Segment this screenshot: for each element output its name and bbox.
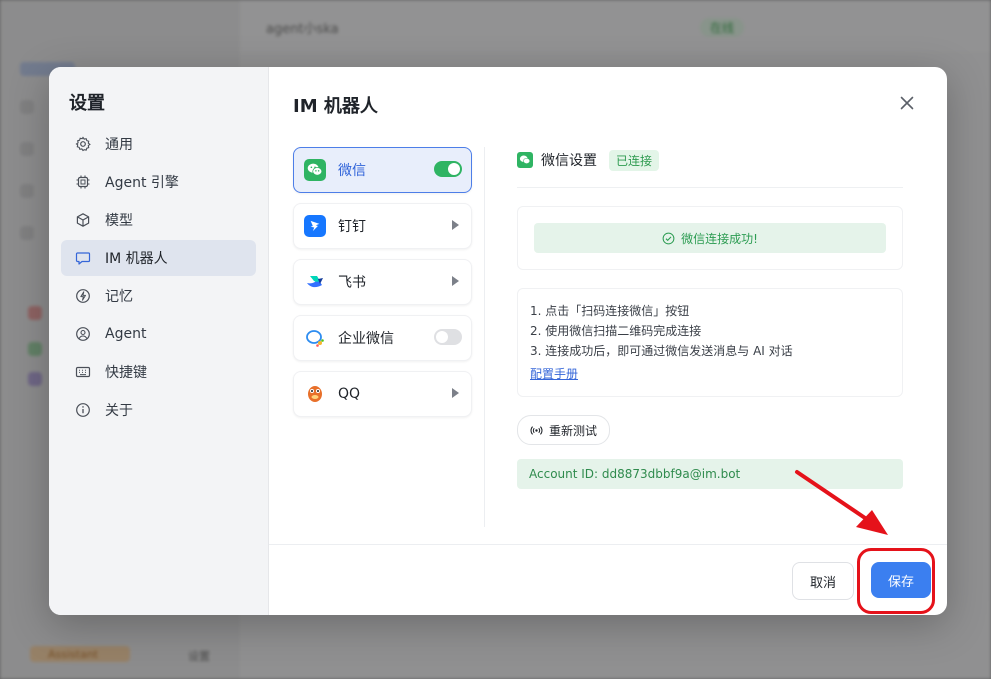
retest-button[interactable]: 重新测试 [517,415,611,445]
nav-item-model[interactable]: 模型 [61,202,256,238]
platform-item-qq[interactable]: QQ [293,371,472,417]
cancel-button[interactable]: 取消 [792,562,854,600]
modal-footer: 取消 保存 [269,544,947,615]
chat-bubble-icon [75,250,91,266]
nav-item-memory[interactable]: 记忆 [61,278,256,314]
gear-icon [75,136,91,152]
instruction-step: 3. 连接成功后，即可通过微信发送消息与 AI 对话 [530,344,793,358]
wecom-logo-icon [304,327,326,349]
nav-item-about[interactable]: 关于 [61,392,256,428]
check-circle-icon [662,232,675,244]
divider [517,187,903,188]
platform-item-wechat[interactable]: 微信 [293,147,472,193]
platform-item-wecom[interactable]: 企业微信 [293,315,472,361]
nav-item-agent[interactable]: Agent [61,316,256,352]
close-button[interactable] [897,93,917,113]
user-circle-icon [75,326,91,342]
nav-item-label: 模型 [105,213,133,229]
nav-item-general[interactable]: 通用 [61,126,256,162]
panel-header: 微信设置 已连接 [517,147,903,173]
signal-icon [530,425,543,435]
settings-nav: 通用 Agent 引擎 模型 IM 机器人 记忆 Agent 快捷键 关于 [61,126,256,430]
keyboard-icon [75,364,91,380]
divider [484,147,485,527]
platform-list: 微信 钉钉 飞书 企业微信 QQ [293,147,472,427]
nav-item-agent-engine[interactable]: Agent 引擎 [61,164,256,200]
qq-logo-icon [304,383,326,405]
dingtalk-logo-icon [304,215,326,237]
platform-label: 钉钉 [338,219,366,235]
platform-label: QQ [338,386,361,402]
annotation-highlight [857,548,935,614]
wechat-logo-icon [517,152,533,168]
settings-title: 设置 [69,93,105,114]
annotation-arrow [795,470,888,535]
success-text: 微信连接成功! [681,231,758,246]
platform-label: 企业微信 [338,331,394,347]
nav-item-shortcuts[interactable]: 快捷键 [61,354,256,390]
info-icon [75,402,91,418]
feishu-logo-icon [304,271,326,293]
platform-item-dingtalk[interactable]: 钉钉 [293,203,472,249]
panel-title: 微信设置 [541,153,597,169]
nav-item-im-bot[interactable]: IM 机器人 [61,240,256,276]
chevron-right-icon [452,388,459,398]
instruction-step: 1. 点击「扫码连接微信」按钮 [530,304,690,318]
platform-label: 飞书 [338,275,366,291]
wechat-settings-panel: 微信设置 已连接 微信连接成功! 1. 点击「扫码连接微信」按钮 2. 使用微信… [517,147,903,489]
chip-icon [75,174,91,190]
nav-item-label: 快捷键 [105,365,147,381]
settings-sidebar: 设置 通用 Agent 引擎 模型 IM 机器人 记忆 Agent 快捷键 关于 [49,67,269,615]
connection-status-card: 微信连接成功! [517,206,903,270]
status-badge: 已连接 [609,149,660,171]
nav-item-label: IM 机器人 [105,251,168,267]
close-icon [900,96,914,110]
retest-label: 重新测试 [549,423,598,438]
chevron-right-icon [452,276,459,286]
wechat-toggle[interactable] [434,161,462,177]
page-title: IM 机器人 [293,96,378,117]
lightning-icon [75,288,91,304]
manual-link[interactable]: 配置手册 [530,365,578,382]
success-message: 微信连接成功! [534,223,886,253]
cube-icon [75,212,91,228]
wechat-logo-icon [304,159,326,181]
platform-label: 微信 [338,163,366,179]
nav-item-label: 关于 [105,403,133,419]
nav-item-label: 通用 [105,137,133,153]
chevron-right-icon [452,220,459,230]
instructions-card: 1. 点击「扫码连接微信」按钮 2. 使用微信扫描二维码完成连接 3. 连接成功… [517,288,903,397]
nav-item-label: Agent [105,326,147,342]
platform-item-feishu[interactable]: 飞书 [293,259,472,305]
nav-item-label: 记忆 [105,289,133,305]
nav-item-label: Agent 引擎 [105,175,179,191]
instruction-step: 2. 使用微信扫描二维码完成连接 [530,324,702,338]
wecom-toggle[interactable] [434,329,462,345]
